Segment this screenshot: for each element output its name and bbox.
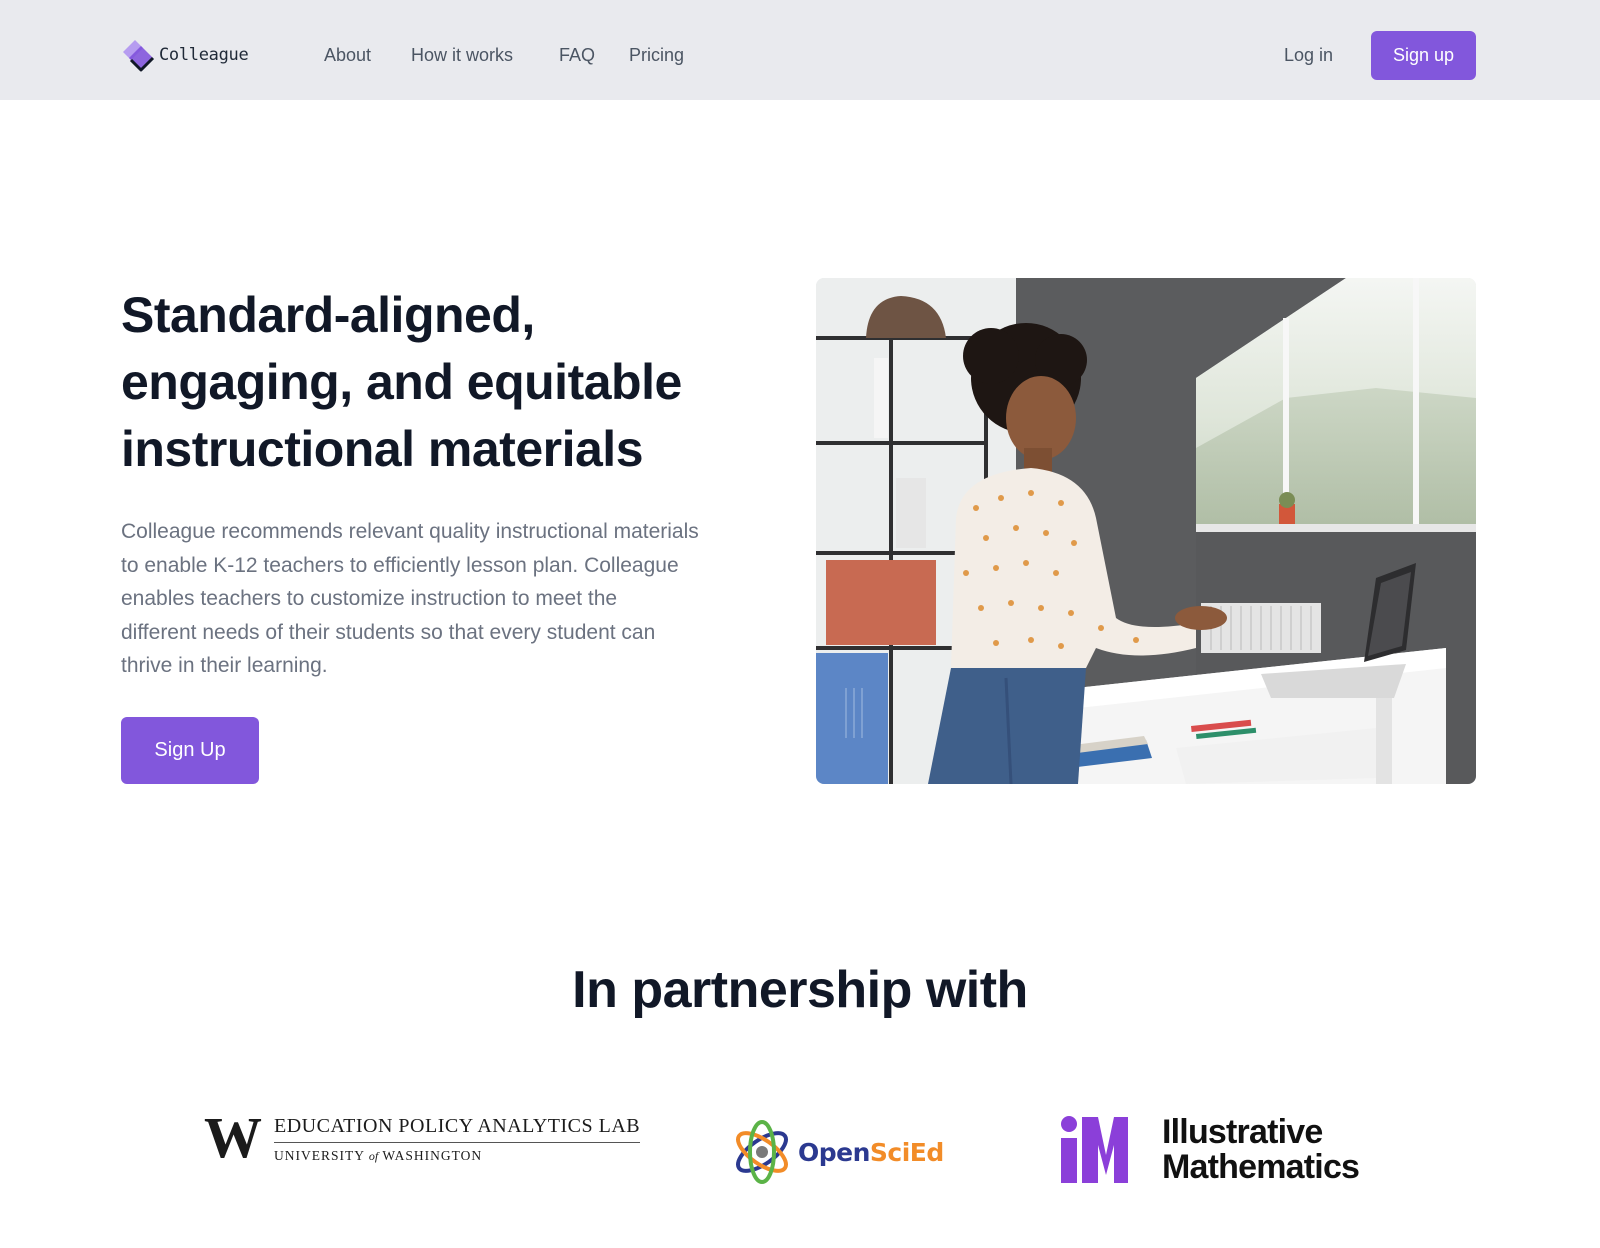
hero-description-line: different needs of their students so tha… (121, 620, 656, 644)
hero-description-line: enables teachers to customize instructio… (121, 587, 618, 610)
openscied-logo[interactable]: OpenSciEd (730, 1118, 944, 1186)
login-link[interactable]: Log in (1284, 45, 1333, 66)
colleague-logo[interactable]: Colleague (121, 38, 249, 72)
uw-university-name: UNIVERSITY of WASHINGTON (274, 1148, 640, 1164)
uw-logo-text: EDUCATION POLICY ANALYTICS LAB UNIVERSIT… (274, 1114, 641, 1164)
illustrative-mathematics-logo[interactable]: Illustrative Mathematics (1058, 1113, 1360, 1186)
hero-title-line: instructional materials (121, 421, 644, 477)
site-header: Colleague About How it works FAQ Pricing… (0, 0, 1600, 100)
brand-name: Colleague (159, 45, 249, 65)
partners-title: In partnership with (572, 961, 1028, 1019)
hero-description: Colleague recommends relevant quality in… (121, 515, 781, 683)
openscied-wordmark: OpenSciEd (798, 1138, 944, 1167)
atom-icon (736, 1120, 788, 1184)
openscied-open-text: Open (798, 1137, 870, 1167)
hero-title: Standard-aligned, engaging, and equitabl… (121, 282, 761, 483)
uw-university-of: of (368, 1149, 379, 1163)
nav-faq-link[interactable]: FAQ (559, 45, 595, 66)
hero-signup-button[interactable]: Sign Up (121, 717, 259, 784)
uw-university-part: WASHINGTON (378, 1148, 483, 1163)
hero-title-line: engaging, and equitable (121, 354, 682, 410)
nav-how-it-works-link[interactable]: How it works (411, 45, 513, 66)
uw-lab-name: EDUCATION POLICY ANALYTICS LAB (274, 1115, 641, 1143)
hero-description-line: Colleague recommends relevant quality in… (121, 520, 699, 543)
im-line: Mathematics (1162, 1148, 1360, 1186)
nav-pricing-link[interactable]: Pricing (629, 45, 684, 66)
hero-description-line: to enable K-12 teachers to efficiently l… (121, 553, 679, 577)
im-line: Illustrative (1162, 1113, 1323, 1151)
hero-photo (816, 278, 1476, 784)
im-logo-icon (1061, 1116, 1128, 1183)
teacher-photo-illustration (816, 278, 1476, 784)
hero-title-line: Standard-aligned, (121, 287, 535, 343)
uw-w-mark: W (204, 1105, 262, 1170)
signup-button[interactable]: Sign up (1371, 31, 1476, 80)
nav-about-link[interactable]: About (324, 45, 371, 66)
hero-description-line: thrive in their learning. (121, 654, 328, 677)
illustrative-mathematics-wordmark: Illustrative Mathematics (1162, 1113, 1360, 1186)
uw-university-part: UNIVERSITY (274, 1148, 369, 1163)
openscied-scied-text: SciEd (869, 1137, 944, 1167)
colleague-logo-icon (123, 40, 155, 72)
uw-education-policy-analytics-lab-logo[interactable]: W EDUCATION POLICY ANALYTICS LAB UNIVERS… (204, 1105, 641, 1170)
